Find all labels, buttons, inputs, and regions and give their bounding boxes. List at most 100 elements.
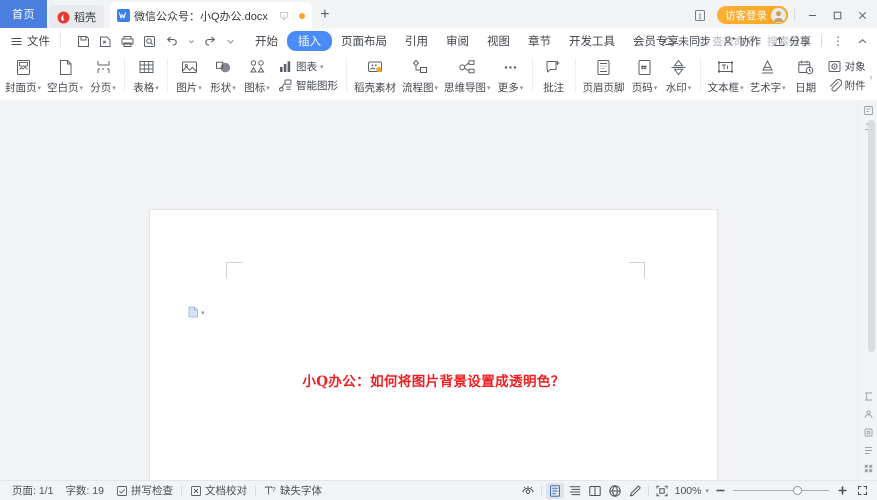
ribbon-cover-page[interactable]: 封面页▾: [2, 54, 44, 98]
ribbon-chart[interactable]: 图表 ▾: [274, 57, 342, 76]
collaborate-button[interactable]: 协作: [718, 33, 766, 49]
svg-text:1: 1: [698, 13, 702, 20]
rail-style-icon[interactable]: [858, 102, 877, 118]
proofread-button[interactable]: 文档校对: [184, 483, 253, 498]
ribbon-blank-page[interactable]: 空白页▾: [44, 54, 86, 98]
save-icon[interactable]: [73, 31, 94, 51]
ribbon-picture[interactable]: 图片▾: [172, 54, 206, 98]
ribbon-smartart[interactable]: 智能图形: [274, 76, 342, 95]
ribbon-more[interactable]: 更多▾: [494, 54, 528, 98]
reading-view-icon[interactable]: [586, 483, 604, 499]
print-icon[interactable]: [117, 31, 138, 51]
paste-options-button[interactable]: ▾: [188, 306, 205, 318]
maximize-button[interactable]: [826, 5, 848, 25]
tab-view[interactable]: 视图: [478, 31, 519, 51]
tab-daoke[interactable]: 稻壳: [49, 5, 104, 29]
zoom-caret-icon[interactable]: ▾: [705, 488, 709, 495]
spellcheck-button[interactable]: 拼写检查: [110, 483, 179, 498]
file-menu-button[interactable]: 文件: [6, 33, 54, 49]
login-button[interactable]: 访客登录: [717, 6, 788, 24]
more-options-button[interactable]: ⋮: [827, 31, 849, 51]
rail-settings-icon[interactable]: [858, 424, 877, 440]
zoom-slider-knob[interactable]: [793, 486, 802, 495]
zoom-in-button[interactable]: [833, 483, 851, 499]
tab-document[interactable]: 微信公众号：小Q办公.docx: [110, 2, 312, 29]
ribbon-chart-label: 图表: [296, 59, 317, 74]
ribbon-watermark[interactable]: 水印▾: [662, 54, 696, 98]
collapse-ribbon-button[interactable]: [851, 31, 873, 51]
fit-page-icon[interactable]: [653, 483, 671, 499]
proofread-label: 文档校对: [205, 483, 247, 498]
share-button[interactable]: 分享: [768, 33, 816, 49]
redo-icon[interactable]: [200, 31, 221, 51]
outline-view-icon[interactable]: [566, 483, 584, 499]
spellcheck-label: 拼写检查: [131, 483, 173, 498]
margin-marker-top-left: [226, 262, 242, 278]
ribbon-page-number[interactable]: 页码▾: [628, 54, 662, 98]
home-tab[interactable]: 首页: [0, 0, 47, 28]
ribbon-page-break[interactable]: 分页▾: [86, 54, 120, 98]
document-page[interactable]: ▾ 小Q办公：如何将图片背景设置成透明色？: [150, 210, 717, 480]
eye-protection-icon[interactable]: [519, 483, 537, 499]
tab-developer[interactable]: 开发工具: [560, 31, 624, 51]
ribbon-overflow-button[interactable]: ›: [865, 54, 877, 100]
date-icon: [796, 57, 815, 78]
undo-caret-icon[interactable]: [183, 31, 199, 51]
ribbon-date[interactable]: 日期: [789, 54, 823, 98]
word-count-status[interactable]: 字数: 19: [59, 483, 110, 498]
document-heading[interactable]: 小Q办公：如何将图片背景设置成透明色？: [150, 370, 717, 390]
customize-toolbar-icon[interactable]: [222, 31, 238, 51]
web-view-icon[interactable]: [606, 483, 624, 499]
ribbon-table[interactable]: 表格▾: [129, 54, 163, 98]
vertical-scrollbar[interactable]: [868, 120, 875, 352]
tab-insert[interactable]: 插入: [287, 31, 332, 51]
sync-status-button[interactable]: 未同步: [657, 33, 716, 49]
missing-font-button[interactable]: ? 缺失字体: [258, 483, 328, 498]
fullscreen-icon[interactable]: [853, 483, 871, 499]
tab-sections[interactable]: 章节: [519, 31, 560, 51]
ribbon-mindmap[interactable]: 思维导图▾: [441, 54, 494, 98]
save-as-icon[interactable]: [95, 31, 116, 51]
ribbon-separator-2: [167, 58, 168, 92]
undo-icon[interactable]: [161, 31, 182, 51]
close-button[interactable]: [851, 5, 873, 25]
edit-pen-icon[interactable]: [626, 483, 644, 499]
attachment-icon: [827, 78, 842, 93]
ribbon-icons[interactable]: 图标▾: [240, 54, 274, 98]
ribbon-page-number-label: 页码▾: [632, 80, 658, 95]
ribbon-header-footer[interactable]: 页眉页脚: [580, 54, 628, 98]
new-tab-button[interactable]: +: [312, 2, 338, 28]
ribbon-daoke-material[interactable]: 稻壳素材: [351, 54, 399, 98]
ribbon-flowchart-label: 流程图▾: [402, 80, 438, 95]
zoom-slider-track: [733, 490, 829, 491]
ribbon-shapes[interactable]: 形状▾: [206, 54, 240, 98]
unsaved-dot-icon: [299, 13, 305, 19]
rail-select-icon[interactable]: [858, 388, 877, 404]
ribbon-group-pages: 封面页▾ 空白页▾ 分页▾: [2, 54, 120, 100]
ribbon-comment[interactable]: 批注: [537, 54, 571, 98]
document-canvas[interactable]: ▾ 小Q办公：如何将图片背景设置成透明色？: [0, 100, 857, 480]
tab-references[interactable]: 引用: [396, 31, 437, 51]
ribbon-flowchart[interactable]: 流程图▾: [399, 54, 441, 98]
wps-writer-icon: [117, 9, 130, 22]
proofread-icon: [190, 485, 202, 497]
print-preview-icon[interactable]: [139, 31, 160, 51]
ribbon-wordart[interactable]: 艺术字▾: [747, 54, 789, 98]
tab-start[interactable]: 开始: [246, 31, 287, 51]
zoom-slider[interactable]: [733, 490, 829, 491]
minimize-button[interactable]: [801, 5, 823, 25]
rail-object-icon[interactable]: [858, 406, 877, 422]
tab-page-layout[interactable]: 页面布局: [332, 31, 396, 51]
ribbon-textbox[interactable]: 文本框▾: [705, 54, 747, 98]
zoom-level-label[interactable]: 100%: [675, 485, 702, 497]
tab-review[interactable]: 审阅: [437, 31, 478, 51]
page-view-icon[interactable]: [546, 483, 564, 499]
header-footer-icon: [594, 57, 613, 78]
ribbon-toolbar: 封面页▾ 空白页▾ 分页▾ 表格▾: [0, 54, 877, 100]
doc-count-badge[interactable]: 1: [690, 7, 710, 23]
rail-bottom-icon[interactable]: [858, 460, 877, 476]
pin-icon[interactable]: [278, 10, 290, 22]
zoom-out-button[interactable]: [711, 483, 729, 499]
ribbon-shapes-label: 形状▾: [210, 80, 236, 95]
rail-find-icon[interactable]: [858, 442, 877, 458]
